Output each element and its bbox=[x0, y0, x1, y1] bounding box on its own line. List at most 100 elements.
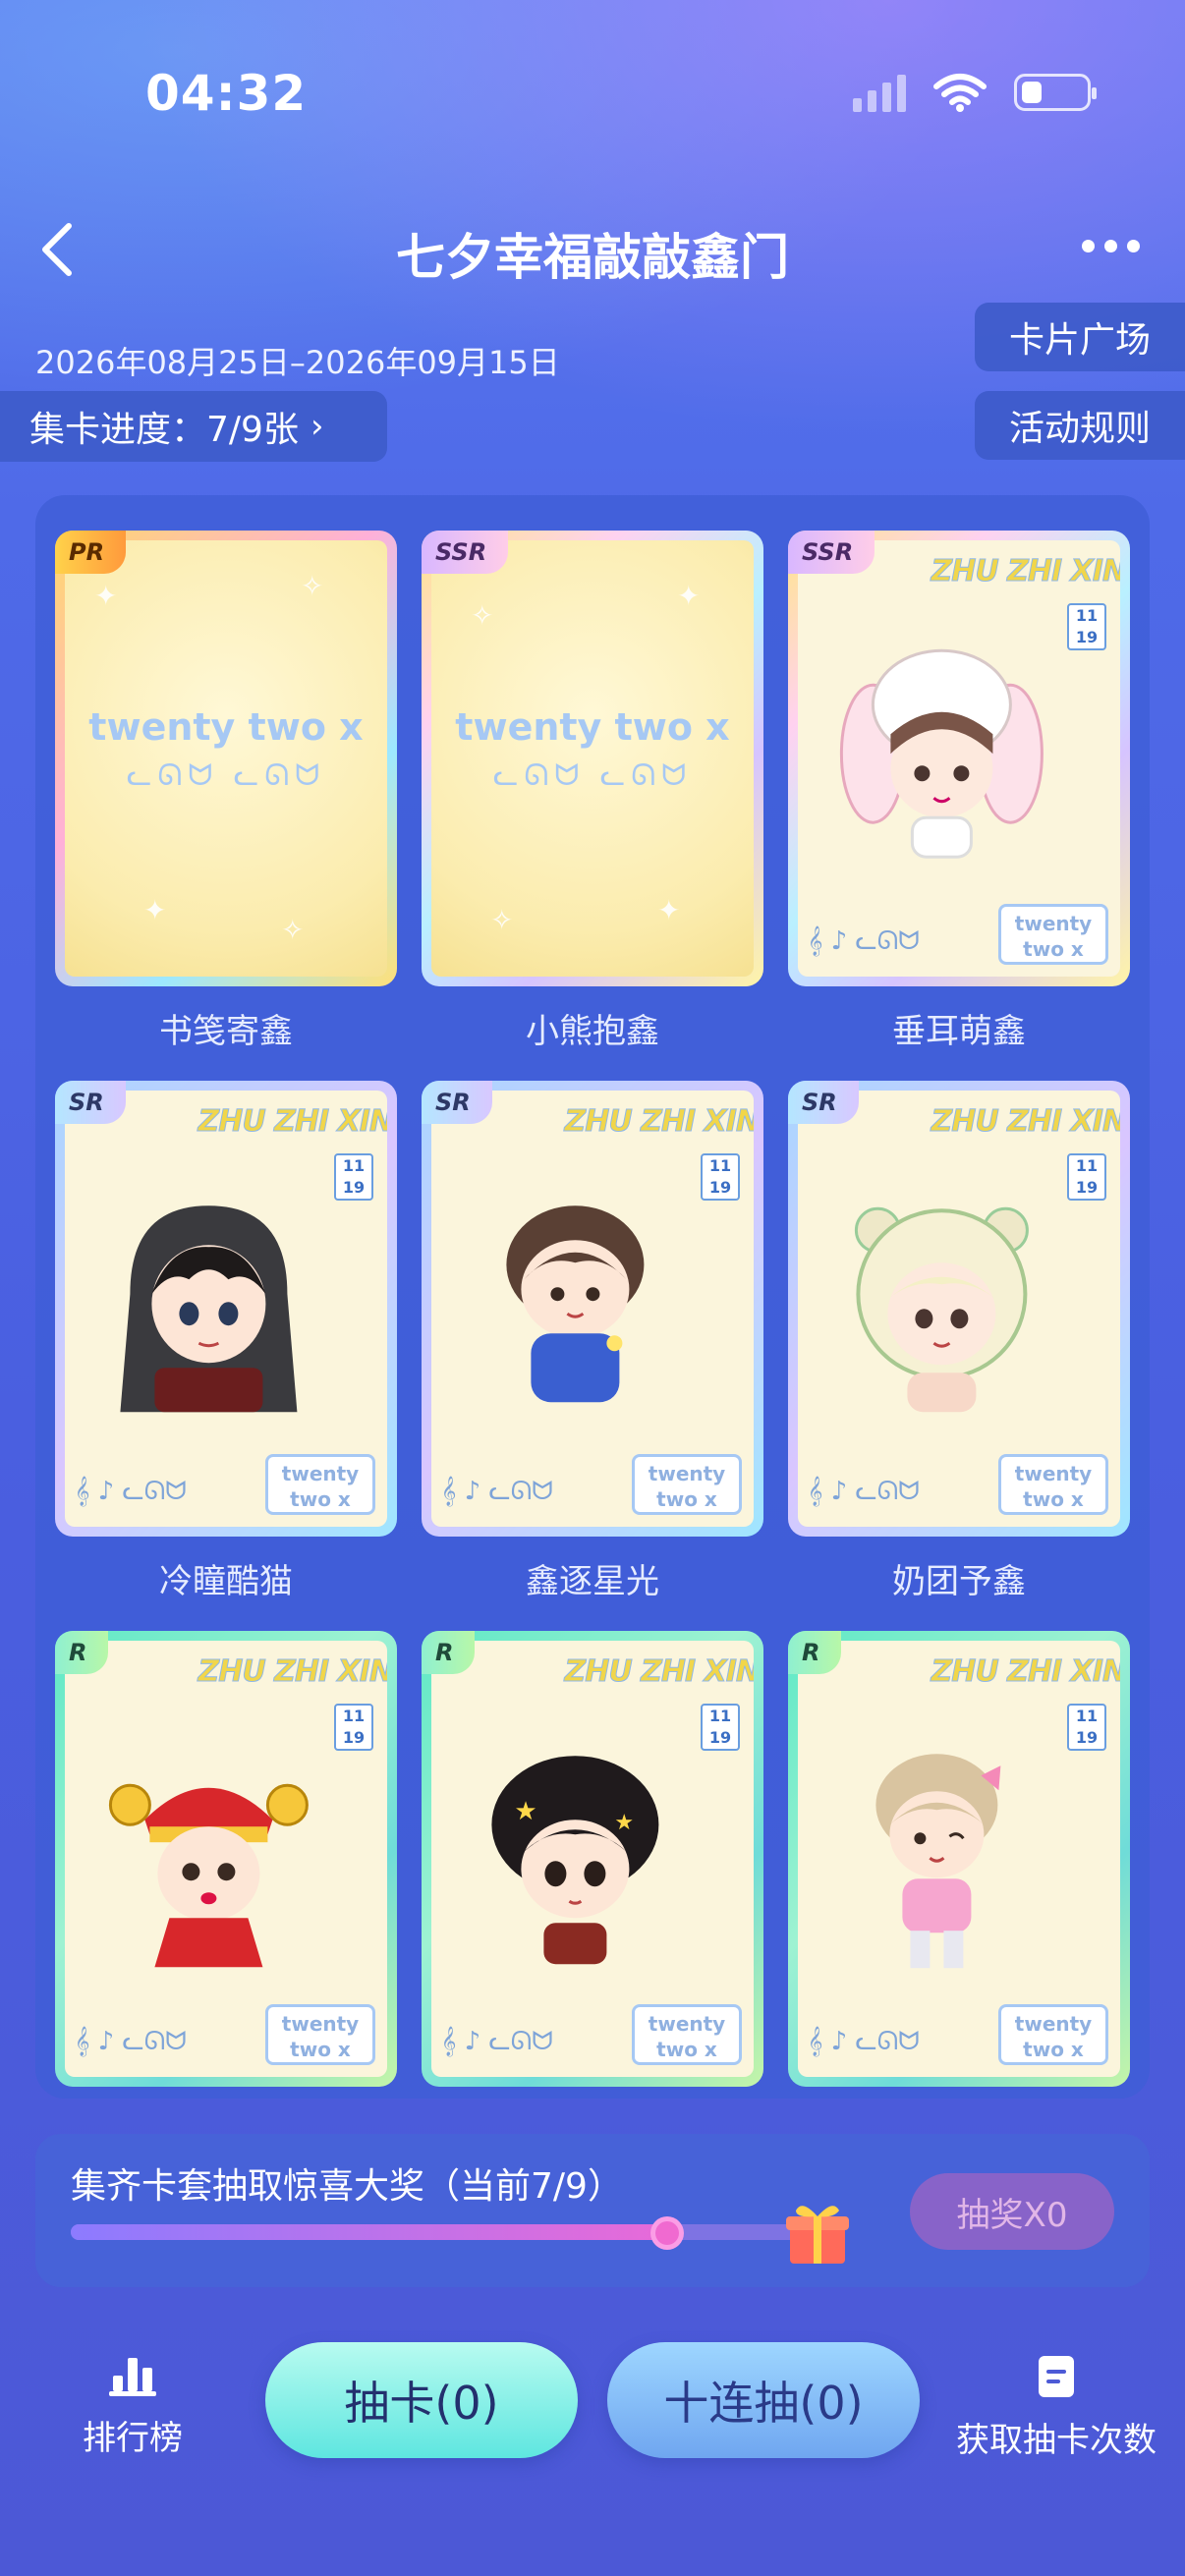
card-back: ✦ ✧ ✦ ✧ twenty two x ᓚᘏᗢ ᓚᘏᗢ bbox=[65, 540, 387, 977]
twenty-two-x-tag: twenty two x bbox=[998, 2004, 1108, 2065]
date-badge: 11 19 bbox=[334, 1153, 373, 1201]
card-frame: ZHU ZHI XIN 11 19 𝄞 ♪ ᓚᘏᗢ twenty two x SR bbox=[55, 1081, 397, 1537]
card-name: 垂耳萌鑫 bbox=[892, 1012, 1026, 1051]
card-frame: ZHU ZHI XIN 11 19 𝄞 ♪ ᓚᘏᗢ twenty two x SSR bbox=[788, 531, 1130, 986]
card-front: ZHU ZHI XIN 11 19 𝄞 ♪ ᓚᘏᗢ twenty two x bbox=[431, 1091, 754, 1527]
twenty-two-x-tag: twenty two x bbox=[265, 1454, 375, 1515]
twenty-two-x-tag: twenty two x bbox=[998, 904, 1108, 965]
card-back-title: twenty two x bbox=[88, 704, 364, 749]
card-front: ZHU ZHI XIN 11 19 𝄞 ♪ ᓚᘏᗢ twenty two x bbox=[65, 1091, 387, 1527]
card-item[interactable]: ✦ ✧ ✦ ✧ twenty two x ᓚᘏᗢ ᓚᘏᗢ PR 书笺寄鑫 bbox=[55, 531, 397, 1052]
status-time: 04:32 bbox=[145, 65, 308, 122]
twenty-two-x-tag: twenty two x bbox=[632, 2004, 742, 2065]
lottery-button[interactable]: 抽奖X0 bbox=[910, 2173, 1114, 2250]
card-item[interactable]: ZHU ZHI XIN 11 19 𝄞 ♪ ᓚᘏᗢ twenty two x SSR… bbox=[788, 531, 1130, 1052]
date-range: 2026年08月25日–2026年09月15日 bbox=[35, 344, 560, 381]
card-frame: ✦ ✧ ✦ ✧ twenty two x ᓚᘏᗢ ᓚᘏᗢ PR bbox=[55, 531, 397, 986]
card-item[interactable]: ZHU ZHI XIN 11 19 𝄞 ♪ ᓚᘏᗢ twenty two x R bbox=[55, 1631, 397, 2104]
ranking-label: 排行榜 bbox=[83, 2419, 183, 2458]
card-brand: ZHU ZHI XIN bbox=[931, 554, 1120, 589]
svg-text:★: ★ bbox=[514, 1797, 536, 1826]
collection-progress[interactable]: 集卡进度：7/9张 › bbox=[0, 391, 387, 462]
astronaut-chibi-illustration bbox=[506, 1205, 645, 1403]
fortune-god-chibi-illustration bbox=[108, 1783, 309, 1968]
cat-doodle-icon: ᓚᘏᗢ ᓚᘏᗢ bbox=[126, 757, 326, 793]
document-icon bbox=[1039, 2356, 1074, 2397]
card-item[interactable]: ZHU ZHI XIN 11 19 𝄞 ♪ ᓚᘏᗢ twenty two x SR … bbox=[422, 1081, 763, 1602]
bear-hood-chibi-illustration bbox=[854, 1206, 1029, 1413]
card-plaza-button[interactable]: 卡片广场 bbox=[975, 303, 1185, 371]
card-front: ZHU ZHI XIN 11 19 𝄞 ♪ ᓚᘏᗢ twenty two x bbox=[798, 540, 1120, 977]
card-frame: ZHU ZHI XIN 11 19 𝄞 ♪ ᓚᘏᗢ twenty two x R bbox=[55, 1631, 397, 2087]
bunny-chibi-illustration bbox=[839, 648, 1044, 859]
wifi-icon bbox=[933, 74, 987, 112]
earn-draws-button[interactable]: 获取抽卡次数 bbox=[943, 2354, 1169, 2461]
music-note-icon: 𝄞 ♪ ᓚᘏᗢ bbox=[441, 2027, 553, 2056]
collection-progress-label: 集卡进度：7/9张 bbox=[29, 410, 299, 450]
cat-doodle-icon: ᓚᘏᗢ ᓚᘏᗢ bbox=[492, 757, 693, 793]
rarity-badge: SSR bbox=[788, 531, 875, 574]
page-title: 七夕幸福敲敲鑫门 bbox=[396, 229, 789, 286]
card-back: ✧ ✦ ✧ ✦ twenty two x ᓚᘏᗢ ᓚᘏᗢ bbox=[431, 540, 754, 977]
rarity-badge: PR bbox=[55, 531, 127, 574]
date-badge: 11 19 bbox=[1067, 603, 1106, 650]
twenty-two-x-tag: twenty two x bbox=[632, 1454, 742, 1515]
card-name: 书笺寄鑫 bbox=[159, 1012, 293, 1051]
card-name: 奶团予鑫 bbox=[892, 1562, 1026, 1601]
card-frame: ✧ ✦ ✧ ✦ twenty two x ᓚᘏᗢ ᓚᘏᗢ SSR bbox=[422, 531, 763, 986]
card-brand: ZHU ZHI XIN bbox=[198, 1654, 387, 1690]
card-front: ZHU ZHI XIN 11 19 𝄞 ♪ ᓚᘏᗢ twenty two x bbox=[798, 1091, 1120, 1527]
music-note-icon: 𝄞 ♪ ᓚᘏᗢ bbox=[808, 1477, 920, 1506]
reward-progress-knob bbox=[649, 2216, 684, 2250]
card-brand: ZHU ZHI XIN bbox=[931, 1104, 1120, 1140]
rarity-badge: R bbox=[55, 1631, 109, 1674]
card-item[interactable]: ✧ ✦ ✧ ✦ twenty two x ᓚᘏᗢ ᓚᘏᗢ SSR 小熊抱鑫 bbox=[422, 531, 763, 1052]
card-item[interactable]: ZHU ZHI XIN 11 19 𝄞 ♪ ᓚᘏᗢ twenty two x R bbox=[788, 1631, 1130, 2104]
date-badge: 11 19 bbox=[701, 1153, 740, 1201]
card-frame: ZHU ZHI XIN 11 19 𝄞 ♪ ᓚᘏᗢ twenty two x R bbox=[788, 1631, 1130, 2087]
pink-outfit-chibi-illustration bbox=[875, 1754, 1001, 1969]
card-item[interactable]: ZHU ZHI XIN 11 19 𝄞 ♪ ᓚᘏᗢ twenty two x SR … bbox=[788, 1081, 1130, 1602]
card-front: ZHU ZHI XIN 11 19 ★ ★ 𝄞 ♪ ᓚᘏᗢ twenty two x bbox=[431, 1641, 754, 2077]
card-brand: ZHU ZHI XIN bbox=[198, 1104, 387, 1140]
rarity-badge: SR bbox=[788, 1081, 859, 1124]
chevron-right-icon: › bbox=[310, 407, 324, 446]
signal-icon bbox=[853, 73, 906, 112]
reward-panel: 集齐卡套抽取惊喜大奖（当前7/9） 抽奖X0 bbox=[35, 2134, 1150, 2287]
more-button[interactable] bbox=[1071, 226, 1150, 265]
rarity-badge: SR bbox=[55, 1081, 126, 1124]
gift-icon[interactable] bbox=[782, 2197, 853, 2268]
card-frame: ZHU ZHI XIN 11 19 𝄞 ♪ ᓚᘏᗢ twenty two x SR bbox=[788, 1081, 1130, 1537]
rarity-badge: R bbox=[788, 1631, 842, 1674]
draw-card-button[interactable]: 抽卡(0) bbox=[265, 2342, 578, 2458]
card-back-title: twenty two x bbox=[455, 704, 730, 749]
card-name: 鑫逐星光 bbox=[526, 1562, 659, 1601]
hooded-chibi-illustration bbox=[120, 1205, 298, 1413]
music-note-icon: 𝄞 ♪ ᓚᘏᗢ bbox=[808, 926, 920, 956]
ranking-button[interactable]: 排行榜 bbox=[75, 2354, 191, 2459]
rules-button[interactable]: 活动规则 bbox=[975, 391, 1185, 460]
reward-progress-fill bbox=[71, 2224, 667, 2240]
card-frame: ZHU ZHI XIN 11 19 ★ ★ 𝄞 ♪ ᓚᘏᗢ twenty two x … bbox=[422, 1631, 763, 2087]
date-badge: 11 19 bbox=[1067, 1153, 1106, 1201]
twenty-two-x-tag: twenty two x bbox=[998, 1454, 1108, 1515]
card-brand: ZHU ZHI XIN bbox=[564, 1104, 754, 1140]
ranking-icon bbox=[109, 2358, 156, 2396]
card-front: ZHU ZHI XIN 11 19 𝄞 ♪ ᓚᘏᗢ twenty two x bbox=[65, 1641, 387, 2077]
earn-draws-label: 获取抽卡次数 bbox=[956, 2421, 1157, 2460]
svg-text:★: ★ bbox=[614, 1811, 634, 1835]
rarity-badge: SR bbox=[422, 1081, 492, 1124]
battery-icon bbox=[1014, 74, 1097, 111]
status-icons bbox=[853, 73, 1097, 112]
music-note-icon: 𝄞 ♪ ᓚᘏᗢ bbox=[808, 2027, 920, 2056]
card-brand: ZHU ZHI XIN bbox=[564, 1654, 754, 1690]
music-note-icon: 𝄞 ♪ ᓚᘏᗢ bbox=[75, 2027, 187, 2056]
card-item[interactable]: ZHU ZHI XIN 11 19 𝄞 ♪ ᓚᘏᗢ twenty two x SR … bbox=[55, 1081, 397, 1602]
card-name: 小熊抱鑫 bbox=[526, 1012, 659, 1051]
ten-draw-button[interactable]: 十连抽(0) bbox=[607, 2342, 920, 2458]
reward-text: 集齐卡套抽取惊喜大奖（当前7/9） bbox=[71, 2166, 623, 2207]
date-badge: 11 19 bbox=[1067, 1704, 1106, 1751]
date-badge: 11 19 bbox=[701, 1704, 740, 1751]
card-name: 冷瞳酷猫 bbox=[159, 1562, 293, 1601]
card-item[interactable]: ZHU ZHI XIN 11 19 ★ ★ 𝄞 ♪ ᓚᘏᗢ twenty two x … bbox=[422, 1631, 763, 2104]
